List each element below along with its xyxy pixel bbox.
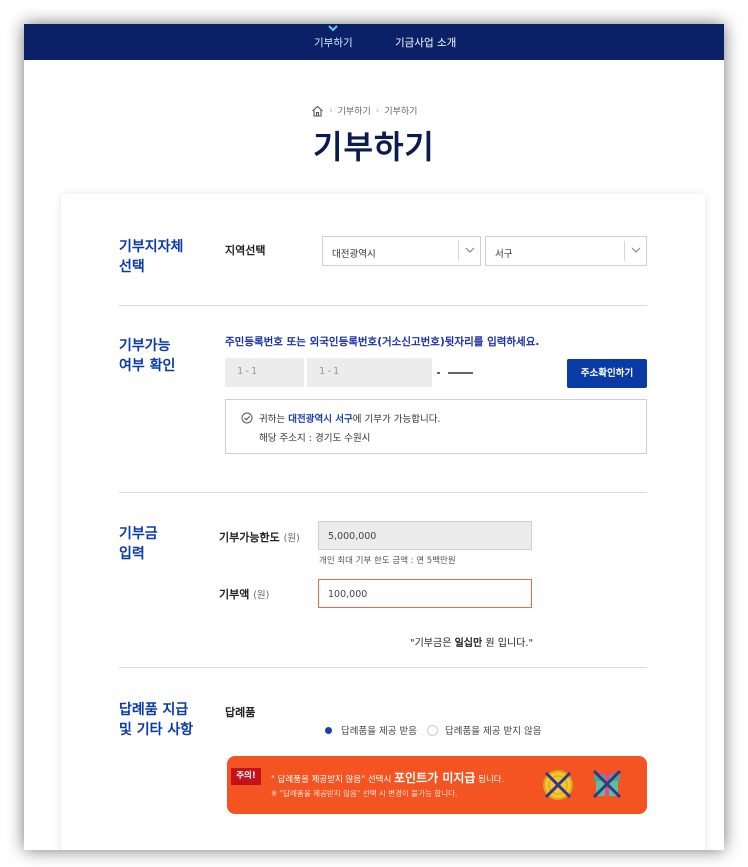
select-arrow: [624, 241, 646, 261]
nav-donate-label: 기부하기: [314, 37, 353, 49]
donation-form-card: 기부지자체 선택 지역선택 대전광역시 서구 기부가능 여부 확인 주민등록번호…: [61, 194, 705, 850]
note-amount-words: 일십만: [454, 638, 483, 649]
chevron-down-icon: [631, 247, 641, 253]
unit-label: (원): [253, 590, 270, 601]
note-suffix: 원 입니다.": [485, 638, 534, 649]
no-gift-box-icon: [592, 769, 622, 799]
warning-text-emphasis: 포인트가 미지급: [394, 771, 476, 785]
section-title-line: 선택: [119, 259, 145, 275]
section-divider: [119, 492, 647, 493]
eligibility-result-box: 귀하는 대전광역시 서구 에 기부가 가능합니다. 해당 주소지 : 경기도 수원…: [225, 399, 647, 454]
top-navigation: 기부하기 기금사업 소개: [24, 24, 724, 60]
section-divider: [119, 305, 647, 306]
page-frame: 기부하기 기금사업 소개 › 기부하기 › 기부하기 기부하기 기부지자체 선택…: [24, 24, 724, 850]
home-icon[interactable]: [311, 105, 324, 117]
nav-donate[interactable]: 기부하기: [314, 25, 353, 50]
donation-limit-field: 5,000,000: [318, 521, 532, 550]
section-title-line: 기부지자체: [119, 239, 184, 255]
chevron-down-icon: [328, 25, 338, 32]
section-title-amount: 기부금 입력: [119, 524, 209, 564]
breadcrumb-separator: ›: [329, 105, 333, 116]
nav-fund-intro[interactable]: 기금사업 소개: [395, 35, 456, 50]
dash-separator: [437, 372, 440, 374]
city-select-value: 대전광역시: [332, 249, 376, 260]
breadcrumb: › 기부하기 › 기부하기: [311, 104, 417, 117]
section-title-gift: 답례품 지급 및 기타 사항: [119, 700, 209, 740]
masked-id-field-2[interactable]: 1-1: [307, 358, 432, 387]
gift-label: 답례품: [225, 706, 256, 719]
radio-decline[interactable]: [426, 724, 438, 736]
region-select-label: 지역선택: [225, 244, 266, 257]
warning-text-lead: " 답례품을 제공받지 않음" 선택시: [271, 775, 392, 785]
radio-receive-label[interactable]: 답례품을 제공 받음: [341, 723, 417, 737]
section-title-line: 입력: [119, 546, 145, 562]
page-title: 기부하기: [313, 128, 435, 166]
result-prefix: 귀하는: [259, 414, 286, 425]
select-arrow: [458, 241, 480, 261]
note-prefix: "기부금은: [410, 638, 452, 649]
warning-subtext: ※ "답례품을 제공받지 않음" 선택 시 변경이 불가능 합니다.: [271, 789, 458, 798]
chevron-down-icon: [465, 247, 475, 253]
section-title-line: 여부 확인: [119, 358, 176, 374]
donation-amount-input[interactable]: 100,000: [318, 579, 532, 608]
section-title-line: 기부가능: [119, 338, 171, 354]
verify-address-button[interactable]: 주소확인하기: [567, 359, 647, 388]
district-select-value: 서구: [495, 249, 513, 260]
no-point-coin-icon: [543, 770, 573, 800]
result-region: 대전광역시 서구: [288, 414, 353, 425]
breadcrumb-separator: ›: [375, 105, 380, 116]
warning-text-end: 됩니다.: [478, 775, 505, 785]
warning-text: " 답례품을 제공받지 않음" 선택시 포인트가 미지급 됩니다.: [271, 769, 504, 786]
city-select[interactable]: 대전광역시: [322, 236, 481, 266]
radio-decline-label[interactable]: 답례품을 제공 받지 않음: [445, 723, 541, 737]
donation-label-text: 기부액: [219, 588, 250, 601]
section-divider: [119, 667, 647, 668]
id-number-instruction: 주민등록번호 또는 외국인등록번호(거소신고번호)뒷자리를 입력하세요.: [225, 336, 540, 348]
breadcrumb-item[interactable]: 기부하기: [338, 104, 371, 117]
unit-label: (원): [283, 533, 300, 544]
amount-in-words: "기부금은 일십만 원 입니다.": [410, 634, 533, 649]
district-select[interactable]: 서구: [485, 236, 647, 266]
section-title-eligibility: 기부가능 여부 확인: [119, 336, 209, 376]
gift-radio-group: 답례품을 제공 받음 답례품을 제공 받지 않음: [323, 723, 541, 737]
limit-hint: 개인 최대 기부 한도 금액 : 연 5백만원: [319, 556, 456, 566]
eligibility-result-line: 귀하는 대전광역시 서구 에 기부가 가능합니다.: [241, 411, 441, 425]
section-title-line: 및 기타 사항: [119, 722, 194, 738]
gift-warning-banner: 주의! " 답례품을 제공받지 않음" 선택시 포인트가 미지급 됩니다. ※ …: [227, 756, 647, 814]
section-title-line: 기부금: [119, 526, 158, 542]
check-circle-icon: [241, 412, 253, 424]
masked-id-field-1[interactable]: 1-1: [225, 358, 304, 387]
limit-label: 기부가능한도 (원): [219, 529, 300, 545]
radio-receive-selected[interactable]: [323, 724, 334, 736]
breadcrumb-item-current: 기부하기: [384, 107, 418, 117]
section-title-region: 기부지자체 선택: [119, 237, 209, 277]
donation-amount-label: 기부액 (원): [219, 586, 269, 602]
section-title-line: 답례품 지급: [119, 702, 189, 718]
address-line: 해당 주소지 : 경기도 수원시: [259, 433, 371, 444]
result-suffix: 에 기부가 가능합니다.: [352, 414, 441, 425]
limit-label-text: 기부가능한도: [219, 531, 280, 544]
warning-badge: 주의!: [231, 768, 261, 785]
dash-separator: [448, 372, 473, 374]
